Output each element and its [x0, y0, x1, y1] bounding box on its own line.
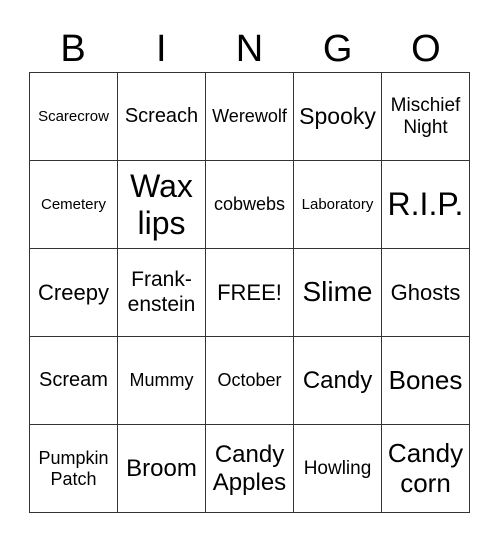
grid-row: Cemetery Wax lips cobwebs Laboratory R.I.P. [29, 160, 470, 249]
bingo-cell[interactable]: Laboratory [293, 160, 382, 249]
bingo-cell[interactable]: Werewolf [205, 72, 294, 161]
bingo-cell[interactable]: R.I.P. [381, 160, 470, 249]
bingo-cell[interactable]: Creepy [29, 248, 118, 337]
bingo-cell[interactable]: Howling [293, 424, 382, 513]
bingo-cell[interactable]: Cemetery [29, 160, 118, 249]
header-letter-g: G [322, 28, 353, 70]
bingo-grid: Scarecrow Screach Werewolf Spooky Mischief N… [29, 72, 470, 513]
bingo-cell[interactable]: Scream [29, 336, 118, 425]
header-letter-b: B [60, 28, 86, 70]
bingo-cell[interactable]: Slime [293, 248, 382, 337]
bingo-cell[interactable]: Bones [381, 336, 470, 425]
header-letter-o: O [411, 28, 441, 70]
bingo-cell[interactable]: Frank- enstein [117, 248, 206, 337]
grid-row: Scream Mummy October Candy Bones [29, 336, 470, 425]
bingo-cell[interactable]: cobwebs [205, 160, 294, 249]
bingo-cell[interactable]: October [205, 336, 294, 425]
bingo-cell[interactable]: Scarecrow [29, 72, 118, 161]
grid-row: Creepy Frank- enstein FREE! Slime Ghosts [29, 248, 470, 337]
bingo-cell[interactable]: Broom [117, 424, 206, 513]
bingo-cell[interactable]: Candy corn [381, 424, 470, 513]
bingo-cell[interactable]: Wax lips [117, 160, 206, 249]
bingo-cell[interactable]: Pumpkin Patch [29, 424, 118, 513]
bingo-cell[interactable]: Spooky [293, 72, 382, 161]
bingo-cell[interactable]: Mischief Night [381, 72, 470, 161]
grid-row: Scarecrow Screach Werewolf Spooky Mischief N… [29, 72, 470, 161]
header-letter-n: N [235, 28, 264, 70]
grid-row: Pumpkin Patch Broom Candy Apples Howling Can… [29, 424, 470, 513]
bingo-cell[interactable]: Screach [117, 72, 206, 161]
bingo-header: B I N G O [29, 28, 470, 70]
bingo-cell[interactable]: FREE! [205, 248, 294, 337]
bingo-cell[interactable]: Ghosts [381, 248, 470, 337]
bingo-cell[interactable]: Candy [293, 336, 382, 425]
header-letter-i: I [156, 28, 167, 70]
bingo-cell[interactable]: Candy Apples [205, 424, 294, 513]
bingo-cell[interactable]: Mummy [117, 336, 206, 425]
